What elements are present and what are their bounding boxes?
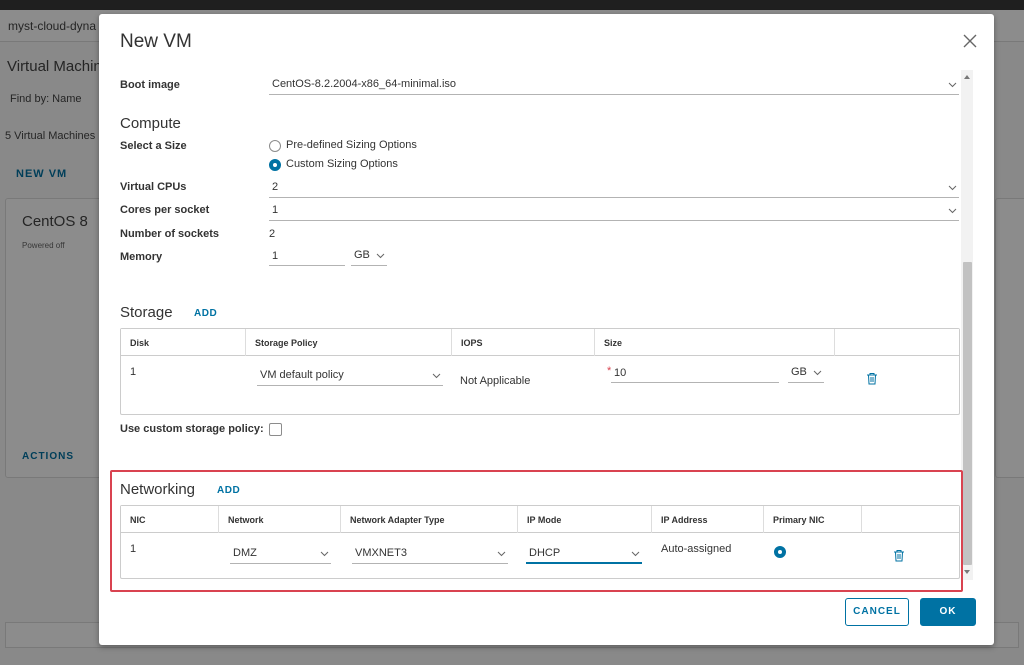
cores-per-socket-value: 1 (272, 204, 279, 216)
predefined-sizing-radio[interactable]: Pre-defined Sizing Options (269, 139, 469, 155)
scroll-down-arrow-icon[interactable] (963, 568, 971, 576)
custom-storage-policy-checkbox[interactable] (269, 423, 282, 436)
storage-iops-value: Not Applicable (460, 375, 531, 387)
column-header-size: Size (595, 329, 835, 356)
trash-icon[interactable] (893, 549, 905, 562)
ip-mode-value: DHCP (529, 547, 561, 559)
custom-sizing-radio[interactable]: Custom Sizing Options (269, 158, 469, 174)
column-header-storage-policy: Storage Policy (246, 329, 452, 356)
column-header-disk: Disk (121, 329, 246, 356)
ip-mode-select[interactable]: DHCP (526, 544, 642, 564)
virtual-cpus-value: 2 (272, 181, 279, 193)
networking-grid-header: NIC Network Network Adapter Type IP Mode… (121, 506, 959, 533)
ip-address-value: Auto-assigned (661, 543, 732, 555)
radio-label: Pre-defined Sizing Options (286, 139, 417, 151)
chevron-down-icon (497, 549, 506, 558)
virtual-cpus-select[interactable]: 2 (269, 178, 959, 198)
radio-button-checked[interactable] (269, 159, 281, 171)
memory-unit-select[interactable]: GB (351, 246, 387, 266)
virtual-cpus-label: Virtual CPUs (120, 181, 187, 193)
network-select[interactable]: DMZ (230, 544, 331, 564)
primary-nic-radio[interactable] (774, 545, 788, 561)
chevron-down-icon (320, 549, 329, 558)
ok-button[interactable]: OK (920, 598, 976, 626)
cores-per-socket-select[interactable]: 1 (269, 201, 959, 221)
storage-policy-value: VM default policy (260, 369, 344, 381)
cancel-button[interactable]: CANCEL (845, 598, 909, 626)
storage-section-title: Storage (120, 304, 173, 321)
column-header-network: Network (219, 506, 341, 533)
column-header-actions (862, 506, 959, 533)
new-vm-dialog: New VM Boot image CentOS-8.2.2004-x86_64… (99, 14, 994, 645)
boot-image-label: Boot image (120, 79, 180, 91)
column-header-actions (835, 329, 959, 356)
networking-grid: NIC Network Network Adapter Type IP Mode… (120, 505, 960, 579)
num-sockets-label: Number of sockets (120, 228, 220, 240)
memory-input[interactable] (269, 246, 345, 266)
boot-image-value: CentOS-8.2.2004-x86_64-minimal.iso (272, 78, 457, 90)
storage-add-button[interactable]: ADD (194, 308, 217, 319)
storage-grid-header: Disk Storage Policy IOPS Size (121, 329, 959, 356)
trash-icon[interactable] (866, 372, 878, 385)
select-size-label: Select a Size (120, 140, 187, 152)
networking-add-button[interactable]: ADD (217, 485, 240, 496)
chevron-down-icon (948, 80, 957, 89)
boot-image-select[interactable]: CentOS-8.2.2004-x86_64-minimal.iso (269, 75, 959, 95)
chevron-down-icon (813, 368, 822, 377)
adapter-type-value: VMXNET3 (355, 547, 407, 559)
chevron-down-icon (948, 183, 957, 192)
nic-number: 1 (130, 543, 137, 555)
chevron-down-icon (376, 251, 385, 260)
disk-size-unit-value: GB (791, 366, 807, 378)
num-sockets-value: 2 (269, 228, 276, 240)
radio-label: Custom Sizing Options (286, 158, 398, 170)
dialog-title: New VM (120, 31, 192, 52)
chevron-down-icon (432, 371, 441, 380)
column-header-ip-mode: IP Mode (518, 506, 652, 533)
cores-per-socket-label: Cores per socket (120, 204, 210, 216)
column-header-ip-address: IP Address (652, 506, 764, 533)
memory-unit-value: GB (354, 249, 370, 261)
chevron-down-icon (631, 549, 640, 558)
close-icon[interactable] (961, 32, 979, 50)
compute-section-title: Compute (120, 115, 181, 132)
network-value: DMZ (233, 547, 257, 559)
adapter-type-select[interactable]: VMXNET3 (352, 544, 508, 564)
column-header-adapter-type: Network Adapter Type (341, 506, 518, 533)
memory-label: Memory (120, 251, 163, 263)
networking-section-title: Networking (120, 481, 196, 498)
custom-storage-policy-label: Use custom storage policy: (120, 423, 264, 435)
storage-disk-number: 1 (130, 366, 137, 378)
radio-button-checked[interactable] (774, 546, 786, 558)
storage-grid: Disk Storage Policy IOPS Size 1 VM defau… (120, 328, 960, 415)
radio-button[interactable] (269, 140, 281, 152)
column-header-iops: IOPS (452, 329, 595, 356)
column-header-primary-nic: Primary NIC (764, 506, 862, 533)
disk-size-unit-select[interactable]: GB (788, 363, 824, 383)
column-header-nic: NIC (121, 506, 219, 533)
scroll-up-arrow-icon[interactable] (963, 73, 971, 81)
chevron-down-icon (948, 206, 957, 215)
scrollbar-thumb[interactable] (963, 262, 972, 565)
disk-size-input[interactable] (611, 363, 779, 383)
storage-policy-select[interactable]: VM default policy (257, 366, 443, 386)
